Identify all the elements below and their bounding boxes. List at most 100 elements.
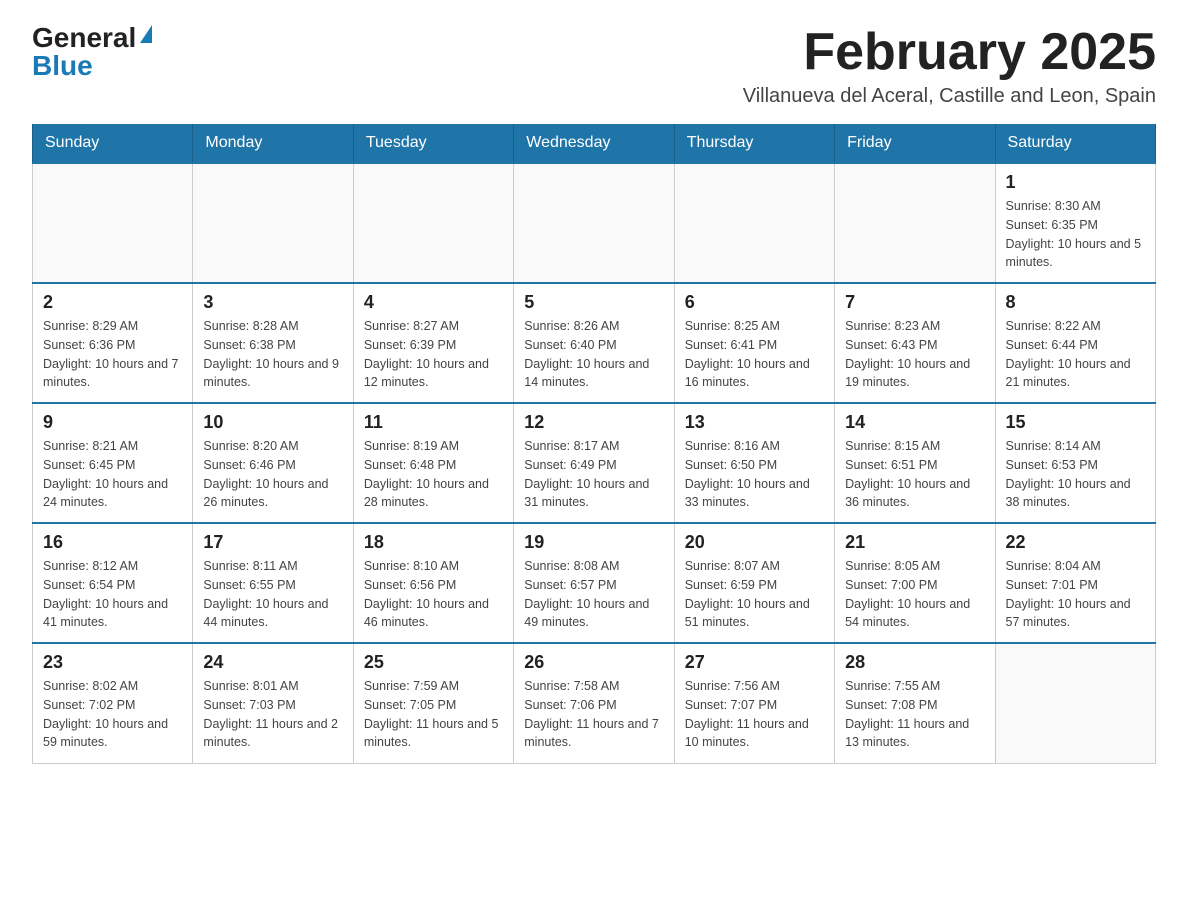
calendar-cell: 14 Sunrise: 8:15 AM Sunset: 6:51 PM Dayli… (835, 403, 995, 523)
day-number: 19 (524, 532, 663, 553)
day-number: 13 (685, 412, 824, 433)
calendar-cell: 13 Sunrise: 8:16 AM Sunset: 6:50 PM Dayli… (674, 403, 834, 523)
logo-triangle-icon (140, 25, 152, 43)
day-number: 27 (685, 652, 824, 673)
day-number: 3 (203, 292, 342, 313)
day-info: Sunrise: 7:58 AM Sunset: 7:06 PM Dayligh… (524, 677, 663, 752)
calendar-cell: 25Sunrise: 7:59 AM Sunset: 7:05 PM Dayli… (353, 643, 513, 763)
calendar-cell: 5Sunrise: 8:26 AM Sunset: 6:40 PM Daylig… (514, 283, 674, 403)
calendar-cell (835, 163, 995, 283)
day-info: Sunrise: 8:30 AM Sunset: 6:35 PM Dayligh… (1006, 197, 1145, 272)
day-info: Sunrise: 8:17 AM Sunset: 6:49 PM Dayligh… (524, 437, 663, 512)
day-number: 20 (685, 532, 824, 553)
day-info: Sunrise: 8:29 AM Sunset: 6:36 PM Dayligh… (43, 317, 182, 392)
calendar-cell: 11 Sunrise: 8:19 AM Sunset: 6:48 PM Dayli… (353, 403, 513, 523)
day-header-wednesday: Wednesday (514, 124, 674, 163)
day-info: Sunrise: 8:12 AM Sunset: 6:54 PM Dayligh… (43, 557, 182, 632)
day-number: 1 (1006, 172, 1145, 193)
calendar-table: SundayMondayTuesdayWednesdayThursdayFrid… (32, 124, 1156, 764)
day-info: Sunrise: 8:16 AM Sunset: 6:50 PM Dayligh… (685, 437, 824, 512)
day-number: 17 (203, 532, 342, 553)
calendar-cell (353, 163, 513, 283)
calendar-cell: 26 Sunrise: 7:58 AM Sunset: 7:06 PM Dayli… (514, 643, 674, 763)
day-number: 24 (203, 652, 342, 673)
day-info: Sunrise: 8:21 AM Sunset: 6:45 PM Dayligh… (43, 437, 182, 512)
day-info: Sunrise: 8:05 AM Sunset: 7:00 PM Dayligh… (845, 557, 984, 632)
day-number: 12 (524, 412, 663, 433)
calendar-cell: 1 Sunrise: 8:30 AM Sunset: 6:35 PM Daylig… (995, 163, 1155, 283)
day-number: 11 (364, 412, 503, 433)
calendar-cell: 20Sunrise: 8:07 AM Sunset: 6:59 PM Dayli… (674, 523, 834, 643)
logo: General Blue (32, 24, 152, 80)
calendar-cell: 24 Sunrise: 8:01 AM Sunset: 7:03 PM Dayli… (193, 643, 353, 763)
day-info: Sunrise: 8:23 AM Sunset: 6:43 PM Dayligh… (845, 317, 984, 392)
calendar-cell: 15Sunrise: 8:14 AM Sunset: 6:53 PM Dayli… (995, 403, 1155, 523)
day-header-monday: Monday (193, 124, 353, 163)
day-number: 4 (364, 292, 503, 313)
day-number: 9 (43, 412, 182, 433)
calendar-week-2: 2 Sunrise: 8:29 AM Sunset: 6:36 PM Daylig… (33, 283, 1156, 403)
day-number: 23 (43, 652, 182, 673)
calendar-cell: 10 Sunrise: 8:20 AM Sunset: 6:46 PM Dayli… (193, 403, 353, 523)
day-number: 28 (845, 652, 984, 673)
day-info: Sunrise: 8:14 AM Sunset: 6:53 PM Dayligh… (1006, 437, 1145, 512)
calendar-cell: 3 Sunrise: 8:28 AM Sunset: 6:38 PM Daylig… (193, 283, 353, 403)
day-info: Sunrise: 8:10 AM Sunset: 6:56 PM Dayligh… (364, 557, 503, 632)
day-info: Sunrise: 8:28 AM Sunset: 6:38 PM Dayligh… (203, 317, 342, 392)
day-info: Sunrise: 8:15 AM Sunset: 6:51 PM Dayligh… (845, 437, 984, 512)
calendar-cell: 8 Sunrise: 8:22 AM Sunset: 6:44 PM Daylig… (995, 283, 1155, 403)
day-header-sunday: Sunday (33, 124, 193, 163)
calendar-week-1: 1 Sunrise: 8:30 AM Sunset: 6:35 PM Daylig… (33, 163, 1156, 283)
day-info: Sunrise: 8:27 AM Sunset: 6:39 PM Dayligh… (364, 317, 503, 392)
calendar-cell: 23Sunrise: 8:02 AM Sunset: 7:02 PM Dayli… (33, 643, 193, 763)
calendar-cell: 22 Sunrise: 8:04 AM Sunset: 7:01 PM Dayli… (995, 523, 1155, 643)
calendar-week-5: 23Sunrise: 8:02 AM Sunset: 7:02 PM Dayli… (33, 643, 1156, 763)
day-info: Sunrise: 8:25 AM Sunset: 6:41 PM Dayligh… (685, 317, 824, 392)
calendar-cell (674, 163, 834, 283)
day-header-saturday: Saturday (995, 124, 1155, 163)
day-number: 26 (524, 652, 663, 673)
day-number: 22 (1006, 532, 1145, 553)
logo-general-text: General (32, 24, 136, 52)
day-number: 2 (43, 292, 182, 313)
day-info: Sunrise: 8:04 AM Sunset: 7:01 PM Dayligh… (1006, 557, 1145, 632)
day-number: 21 (845, 532, 984, 553)
calendar-cell: 17 Sunrise: 8:11 AM Sunset: 6:55 PM Dayli… (193, 523, 353, 643)
calendar-week-4: 16 Sunrise: 8:12 AM Sunset: 6:54 PM Dayli… (33, 523, 1156, 643)
day-number: 10 (203, 412, 342, 433)
calendar-cell: 9 Sunrise: 8:21 AM Sunset: 6:45 PM Daylig… (33, 403, 193, 523)
day-number: 8 (1006, 292, 1145, 313)
location-subtitle: Villanueva del Aceral, Castille and Leon… (743, 85, 1156, 108)
calendar-header-row: SundayMondayTuesdayWednesdayThursdayFrid… (33, 124, 1156, 163)
title-block: February 2025 Villanueva del Aceral, Cas… (743, 24, 1156, 108)
calendar-cell (193, 163, 353, 283)
day-info: Sunrise: 8:19 AM Sunset: 6:48 PM Dayligh… (364, 437, 503, 512)
day-number: 14 (845, 412, 984, 433)
calendar-week-3: 9 Sunrise: 8:21 AM Sunset: 6:45 PM Daylig… (33, 403, 1156, 523)
calendar-cell: 21 Sunrise: 8:05 AM Sunset: 7:00 PM Dayli… (835, 523, 995, 643)
calendar-cell: 16 Sunrise: 8:12 AM Sunset: 6:54 PM Dayli… (33, 523, 193, 643)
day-info: Sunrise: 8:08 AM Sunset: 6:57 PM Dayligh… (524, 557, 663, 632)
day-number: 6 (685, 292, 824, 313)
calendar-cell: 19 Sunrise: 8:08 AM Sunset: 6:57 PM Dayli… (514, 523, 674, 643)
day-info: Sunrise: 8:01 AM Sunset: 7:03 PM Dayligh… (203, 677, 342, 752)
calendar-cell: 6 Sunrise: 8:25 AM Sunset: 6:41 PM Daylig… (674, 283, 834, 403)
calendar-cell (995, 643, 1155, 763)
day-number: 25 (364, 652, 503, 673)
day-header-tuesday: Tuesday (353, 124, 513, 163)
calendar-cell: 2 Sunrise: 8:29 AM Sunset: 6:36 PM Daylig… (33, 283, 193, 403)
day-number: 16 (43, 532, 182, 553)
calendar-cell (33, 163, 193, 283)
calendar-cell: 12 Sunrise: 8:17 AM Sunset: 6:49 PM Dayli… (514, 403, 674, 523)
day-header-thursday: Thursday (674, 124, 834, 163)
calendar-cell: 7Sunrise: 8:23 AM Sunset: 6:43 PM Daylig… (835, 283, 995, 403)
calendar-cell (514, 163, 674, 283)
calendar-title: February 2025 (743, 24, 1156, 81)
page-header: General Blue February 2025 Villanueva de… (32, 24, 1156, 108)
day-info: Sunrise: 8:11 AM Sunset: 6:55 PM Dayligh… (203, 557, 342, 632)
day-info: Sunrise: 7:55 AM Sunset: 7:08 PM Dayligh… (845, 677, 984, 752)
day-info: Sunrise: 8:26 AM Sunset: 6:40 PM Dayligh… (524, 317, 663, 392)
day-number: 18 (364, 532, 503, 553)
day-info: Sunrise: 8:22 AM Sunset: 6:44 PM Dayligh… (1006, 317, 1145, 392)
day-info: Sunrise: 8:20 AM Sunset: 6:46 PM Dayligh… (203, 437, 342, 512)
